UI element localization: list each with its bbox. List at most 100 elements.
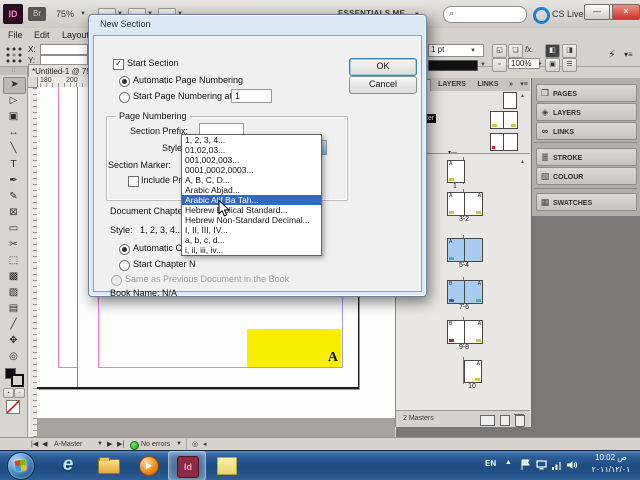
free-transform-tool[interactable]: ⬚ <box>3 253 24 268</box>
start-page-number-field[interactable]: 1 <box>231 89 272 103</box>
page-thumbnail-3-2[interactable]: AA <box>447 192 483 216</box>
tray-show-hidden-icon[interactable]: ▲ <box>505 459 512 466</box>
yellow-text-frame[interactable]: A <box>247 329 341 367</box>
delete-page-trash-icon[interactable] <box>514 414 525 427</box>
menu-layout[interactable]: Layout <box>62 30 89 40</box>
tray-language-indicator[interactable]: EN <box>485 459 496 468</box>
note-tool[interactable]: ▤ <box>3 301 24 316</box>
chapter-style-value[interactable]: 1, 2, 3, 4... <box>140 225 183 235</box>
dock-button-layers[interactable]: ◈ LAYERS <box>536 103 637 121</box>
start-button[interactable] <box>7 452 35 480</box>
preflight-status-label[interactable]: No errors <box>141 440 170 449</box>
stroke-style-caret-icon[interactable]: ▼ <box>480 58 486 72</box>
search-input[interactable]: ⌕ <box>443 6 527 23</box>
style-option-9[interactable]: I, II, III, IV... <box>182 225 321 235</box>
hand-tool[interactable]: ✥ <box>3 333 24 348</box>
taskbar-media-player-icon[interactable]: ▶ <box>130 451 166 479</box>
cs-live-label[interactable]: CS Live <box>552 7 584 21</box>
tray-network-icon[interactable] <box>536 458 548 470</box>
fill-stroke-swatches[interactable] <box>5 368 24 387</box>
master-b-thumbnail[interactable] <box>490 133 518 151</box>
page-thumbnail-9-8[interactable]: BA <box>447 320 483 344</box>
zoom-level-control[interactable]: 75% <box>56 7 74 21</box>
minimize-button[interactable]: — <box>584 4 610 20</box>
style-option-1[interactable]: 01,02,03... <box>182 145 321 155</box>
first-page-button[interactable]: |◀ <box>31 440 38 449</box>
panel-menu-icon[interactable]: ▾≡ <box>518 79 530 91</box>
page-label-3-2[interactable]: 3-2 <box>439 216 489 223</box>
pages-scroll-up-icon[interactable]: ▴ <box>521 158 524 165</box>
opacity-field[interactable]: 100% <box>508 58 540 69</box>
gradient-feather-tool[interactable]: ▨ <box>3 285 24 300</box>
menu-file[interactable]: File <box>8 30 23 40</box>
opacity-grid-icon[interactable]: ▫ <box>492 58 507 72</box>
dock-button-colour[interactable]: ▧ COLOUR <box>536 167 637 185</box>
style-option-4[interactable]: A, B, C, D... <box>182 175 321 185</box>
page-label-10[interactable]: 10 <box>456 383 488 390</box>
page-label-1[interactable]: 1 <box>439 183 471 190</box>
style-option-2[interactable]: 001,002,003... <box>182 155 321 165</box>
page-label-9-8[interactable]: 9-8 <box>439 344 489 351</box>
pencil-tool[interactable]: ✎ <box>3 189 24 204</box>
panel-collapse-icon[interactable]: » <box>506 79 516 91</box>
ok-button[interactable]: OK <box>349 58 417 76</box>
taskbar-indesign-icon-active[interactable]: Id <box>168 451 206 480</box>
dock-button-links[interactable]: ∞ LINKS <box>536 122 637 140</box>
type-tool[interactable]: T <box>3 157 24 172</box>
page-thumbnail-7-6[interactable]: BA <box>447 280 483 304</box>
align-icon[interactable]: ▣ <box>545 58 560 72</box>
status-collapse-icon[interactable]: ◂ <box>203 440 207 449</box>
close-button[interactable]: ✕ <box>612 4 640 20</box>
preflight-panel-icon[interactable]: ◎ <box>192 440 198 449</box>
frame-tool[interactable]: ⊠ <box>3 205 24 220</box>
style-option-5[interactable]: Arabic Abjad... <box>182 185 321 195</box>
zoom-caret-icon[interactable]: ▼ <box>80 7 86 21</box>
page-label-5-4[interactable]: 5-4 <box>439 262 489 269</box>
stroke-swatch[interactable] <box>11 374 24 387</box>
stroke-style-selector[interactable] <box>428 60 478 71</box>
tray-action-center-flag-icon[interactable] <box>520 458 532 470</box>
rectangle-tool[interactable]: ▭ <box>3 221 24 236</box>
tray-volume-icon[interactable] <box>566 458 578 470</box>
section-divider-handle-icon[interactable]: ▾— <box>448 149 457 156</box>
next-page-button[interactable]: ▶ <box>107 440 112 449</box>
style-option-8[interactable]: Hebrew Non-Standard Decimal... <box>182 215 321 225</box>
gradient-tool[interactable]: ▩ <box>3 269 24 284</box>
selection-tool[interactable]: ➤ <box>3 77 26 94</box>
distribute-icon[interactable]: ☰ <box>562 58 577 72</box>
dock-button-stroke[interactable]: ≣ STROKE <box>536 148 637 166</box>
style-option-7[interactable]: Hebrew Biblical Standard... <box>182 205 321 215</box>
stroke-indicator-icon[interactable]: ◨ <box>562 44 577 58</box>
reference-point-proxy-icon[interactable] <box>5 46 22 63</box>
tab-links[interactable]: LINKS <box>473 79 503 91</box>
last-page-button[interactable]: ▶| <box>117 440 124 449</box>
automatic-chapter-radio[interactable] <box>119 244 130 255</box>
dock-button-pages[interactable]: ❐ PAGES <box>536 84 637 102</box>
fill-indicator-icon[interactable]: ◧ <box>545 44 560 58</box>
tools-panel-grip[interactable]: ∷ <box>0 67 27 75</box>
margin-guide-bottom-left-page[interactable] <box>58 367 77 368</box>
page-label-7-6[interactable]: 7-6 <box>439 304 489 311</box>
corner-options-icon[interactable]: ◱ <box>492 44 507 58</box>
zoom-tool[interactable]: ◎ <box>3 349 24 364</box>
scissors-tool[interactable]: ✂ <box>3 237 24 252</box>
new-spread-icon[interactable] <box>480 415 495 426</box>
taskbar-explorer-folder-icon[interactable] <box>90 451 126 479</box>
page-tool[interactable]: ▣ <box>3 109 24 124</box>
apply-color-icon[interactable]: ▪ <box>3 388 14 398</box>
gap-tool[interactable]: ↔ <box>3 125 24 140</box>
page-thumbnail-1[interactable]: A <box>447 160 465 183</box>
page-select-caret-icon[interactable]: ▼ <box>97 440 103 449</box>
previous-page-button[interactable]: ◀ <box>42 440 47 449</box>
start-chapter-radio[interactable] <box>119 260 130 271</box>
include-prefix-checkbox[interactable] <box>128 176 139 187</box>
pen-tool[interactable]: ✒ <box>3 173 24 188</box>
opacity-caret-icon[interactable]: ▸ <box>539 57 542 71</box>
masters-scroll-up-icon[interactable]: ▴ <box>521 92 524 99</box>
tray-signal-bars-icon[interactable] <box>551 458 563 470</box>
start-page-numbering-radio[interactable] <box>119 92 130 103</box>
dock-button-swatches[interactable]: ▦ SWATCHES <box>536 193 637 211</box>
master-a-thumbnail[interactable] <box>490 111 518 129</box>
taskbar-notes-icon[interactable] <box>208 451 244 479</box>
line-tool[interactable]: ╲ <box>3 141 24 156</box>
